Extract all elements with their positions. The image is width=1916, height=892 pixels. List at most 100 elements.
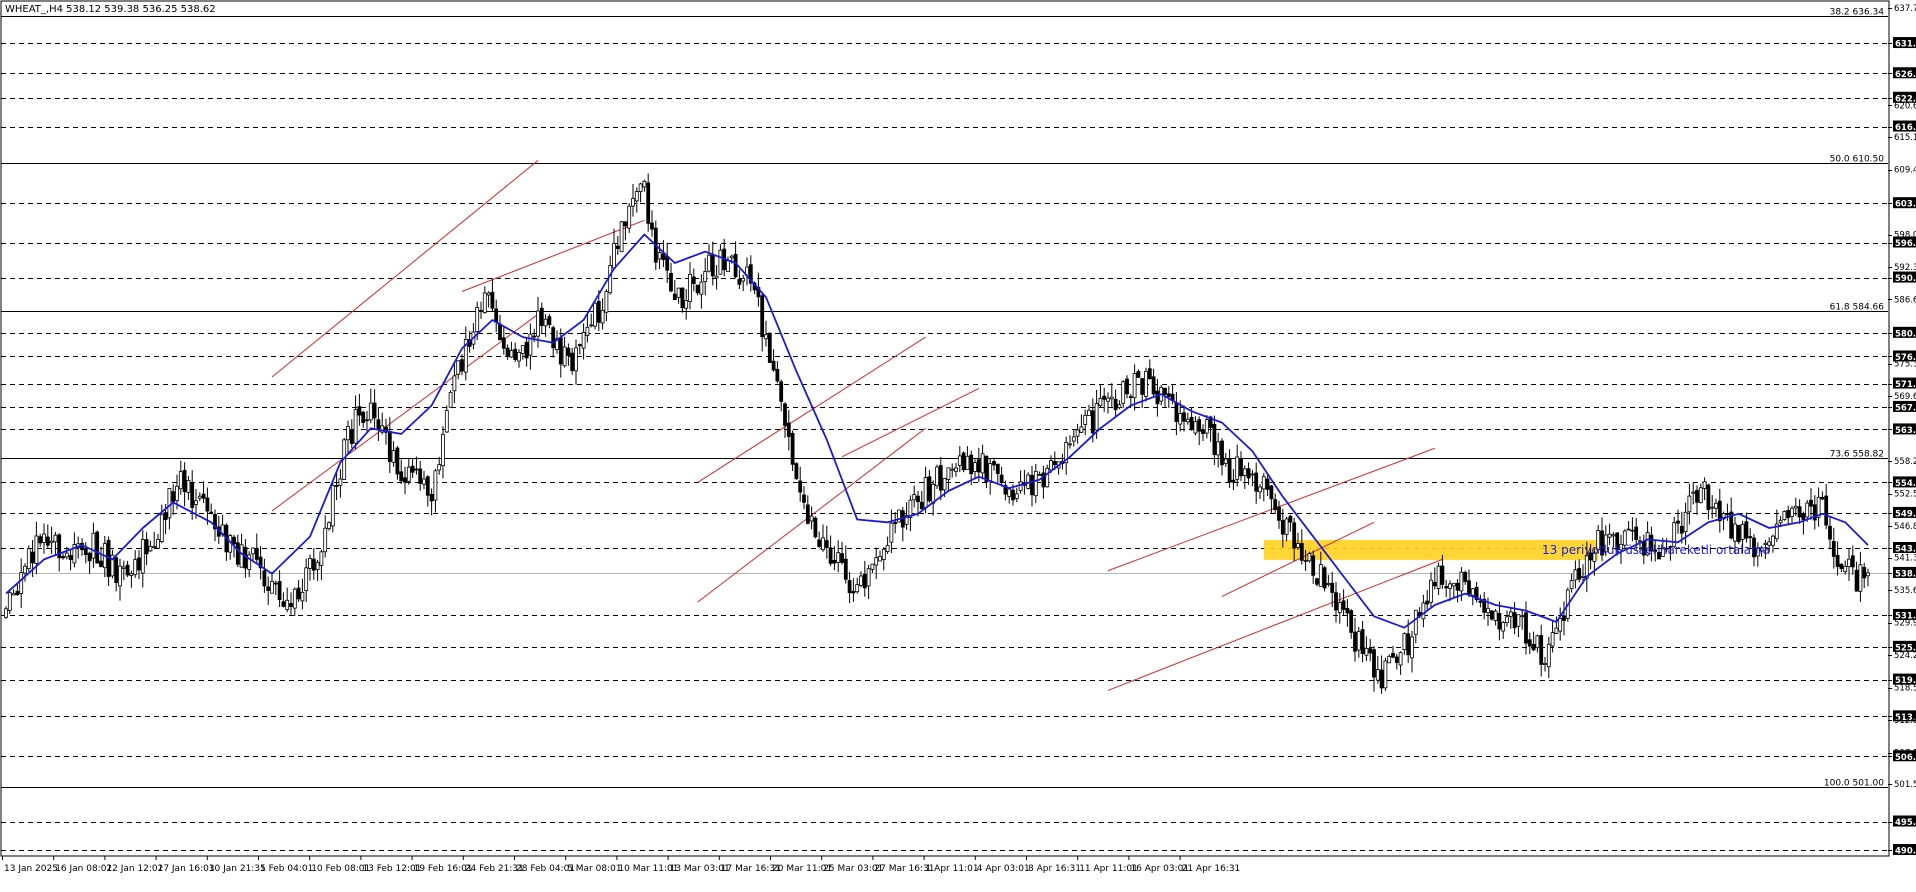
- candle-body: [601, 310, 604, 323]
- y-tick-label: 501.55: [1894, 780, 1916, 790]
- candle-body: [1076, 430, 1079, 436]
- candle-body: [852, 592, 855, 593]
- candle-body: [1821, 497, 1824, 499]
- candle-body: [183, 470, 186, 491]
- candle-body: [799, 481, 802, 492]
- candle-body: [578, 345, 581, 346]
- candle-body: [1490, 611, 1493, 619]
- candle-body: [932, 484, 935, 503]
- chart-area[interactable]: 38.2 636.3450.0 610.5061.8 584.6673.6 55…: [0, 0, 1916, 888]
- y-tick-label: 620.65: [1894, 101, 1916, 111]
- candle-body: [1088, 410, 1091, 415]
- candle-body: [1798, 507, 1801, 517]
- candle-body: [1308, 554, 1311, 561]
- candle-body: [1012, 490, 1015, 500]
- candle-body: [692, 277, 695, 284]
- candle-body: [1528, 640, 1531, 646]
- candle-body: [742, 278, 745, 281]
- candle-body: [1046, 468, 1049, 487]
- candle-body: [1445, 586, 1448, 587]
- candle-body: [1145, 371, 1148, 396]
- candlestick-chart[interactable]: 38.2 636.3450.0 610.5061.8 584.6673.6 55…: [0, 0, 1916, 888]
- candle-body: [415, 469, 418, 470]
- y-tick-label: 535.60: [1894, 586, 1916, 596]
- candle-body: [985, 456, 988, 482]
- candle-body: [1103, 396, 1106, 399]
- candle-body: [210, 512, 213, 513]
- candle-body: [290, 603, 293, 606]
- candle-body: [1848, 559, 1851, 566]
- candle-body: [1099, 398, 1102, 405]
- candle-body: [1509, 612, 1512, 616]
- candle-body: [563, 347, 566, 366]
- y-tick-label: 518.50: [1894, 684, 1916, 694]
- candle-body: [882, 549, 885, 559]
- candle-body: [1224, 459, 1227, 463]
- candle-body: [1433, 582, 1436, 586]
- candle-body: [1749, 537, 1752, 538]
- candle-body: [423, 479, 426, 484]
- candle-body: [1346, 608, 1349, 613]
- candle-body: [1851, 556, 1854, 567]
- candle-body: [768, 333, 771, 362]
- candle-body: [1050, 461, 1053, 470]
- candle-body: [1555, 628, 1558, 633]
- candle-body: [54, 535, 57, 542]
- candle-body: [529, 334, 532, 355]
- candle-body: [1031, 475, 1034, 495]
- candle-body: [844, 559, 847, 579]
- candle-body: [187, 480, 190, 492]
- fib-level-label: 100.0 501.00: [1824, 779, 1884, 789]
- candle-body: [590, 325, 593, 326]
- x-tick-label: 16 Jan 08:01: [55, 864, 112, 874]
- candle-body: [552, 328, 555, 348]
- candle-body: [195, 501, 198, 505]
- candle-body: [1376, 669, 1379, 680]
- candle-body: [1517, 615, 1520, 627]
- candle-body: [628, 206, 631, 228]
- candle-body: [1373, 650, 1376, 677]
- candle-body: [1357, 631, 1360, 650]
- candle-body: [791, 433, 794, 464]
- candle: [594, 302, 597, 330]
- candle-body: [1703, 482, 1706, 489]
- y-tick-label: 569.65: [1894, 392, 1916, 402]
- candle-body: [404, 478, 407, 482]
- candle-body: [860, 576, 863, 585]
- candle-body: [856, 585, 859, 592]
- candle-body: [438, 465, 441, 470]
- candle-body: [1190, 417, 1193, 429]
- x-tick-label: 22 Jan 12:01: [106, 864, 163, 874]
- candle-body: [1494, 611, 1497, 620]
- candle-body: [803, 495, 806, 502]
- candle-body: [305, 568, 308, 591]
- candle-body: [1080, 427, 1083, 432]
- x-tick-label: 11 Apr 11:01: [1079, 864, 1138, 874]
- candle-body: [1737, 525, 1740, 541]
- candle-body: [1479, 601, 1482, 602]
- fib-level-label: 50.0 610.50: [1830, 155, 1885, 165]
- candle-body: [1091, 411, 1094, 433]
- candle-body: [738, 279, 741, 284]
- candle-body: [670, 273, 673, 291]
- candle-body: [1327, 583, 1330, 584]
- candle-body: [240, 545, 243, 567]
- y-tick-label: 538.62: [1895, 569, 1916, 579]
- candle-body: [43, 534, 46, 542]
- candle-body: [1198, 420, 1201, 432]
- candle-body: [913, 495, 916, 500]
- candle-body: [620, 222, 623, 252]
- candle-body: [1452, 583, 1455, 586]
- x-tick-label: 10 Feb 08:01: [311, 864, 370, 874]
- candle-body: [1783, 511, 1786, 519]
- candle-body: [278, 581, 281, 599]
- candle-body: [795, 464, 798, 479]
- candle-body: [540, 308, 543, 325]
- candle-body: [1350, 611, 1353, 633]
- candle: [1783, 510, 1786, 520]
- candle-body: [1342, 601, 1345, 610]
- x-tick-label: 27 Jan 16:01: [158, 864, 215, 874]
- y-tick-label: 546.85: [1894, 522, 1916, 532]
- candle-body: [597, 301, 600, 322]
- y-tick-label: 552.55: [1894, 490, 1916, 500]
